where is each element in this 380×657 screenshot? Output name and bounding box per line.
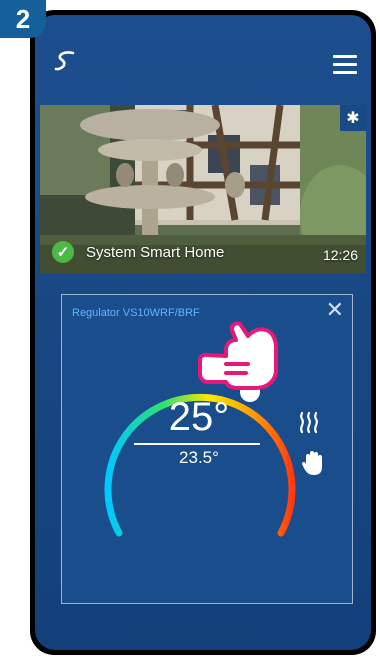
hamburger-menu-icon[interactable] bbox=[333, 55, 357, 79]
heating-icon[interactable] bbox=[298, 412, 320, 434]
temperature-divider bbox=[134, 443, 260, 445]
room-temperature: 23.5° bbox=[179, 448, 219, 467]
gear-icon[interactable]: ✱ bbox=[340, 105, 366, 131]
system-name: System Smart Home bbox=[86, 243, 225, 261]
manual-mode-hand-icon[interactable] bbox=[302, 450, 324, 476]
set-temperature: 25° bbox=[168, 395, 230, 439]
system-status: ✓ System Smart Home bbox=[52, 241, 224, 263]
app-logo-icon bbox=[54, 51, 75, 71]
check-circle-icon: ✓ bbox=[52, 241, 74, 263]
top-bar bbox=[35, 15, 371, 95]
step-badge: 2 bbox=[0, 0, 46, 38]
pointing-hand-icon bbox=[198, 321, 278, 390]
system-photo[interactable]: ✱ ✓ System Smart Home 12:26 bbox=[40, 105, 366, 273]
system-time: 12:26 bbox=[322, 247, 358, 263]
